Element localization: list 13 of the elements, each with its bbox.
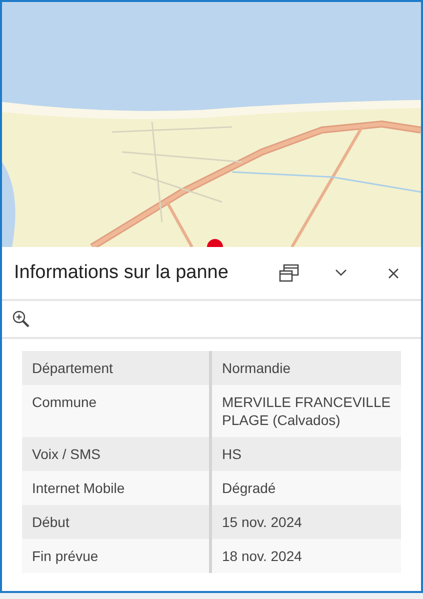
field-value: MERVILLE FRANCEVILLE PLAGE (Calvados) <box>221 393 392 430</box>
field-label: Fin prévue <box>22 539 212 573</box>
field-value: 15 nov. 2024 <box>221 513 303 532</box>
close-icon <box>388 268 398 278</box>
windows-icon <box>279 264 299 282</box>
field-value: 18 nov. 2024 <box>221 547 303 566</box>
panel-title: Informations sur la panne <box>14 260 230 285</box>
field-value: Dégradé <box>221 479 277 498</box>
zoom-in-icon <box>12 310 30 328</box>
field-value: HS <box>221 445 242 464</box>
zoom-in-button[interactable] <box>10 308 32 330</box>
chevron-down-icon <box>335 269 347 277</box>
field-value: Normandie <box>221 359 292 378</box>
